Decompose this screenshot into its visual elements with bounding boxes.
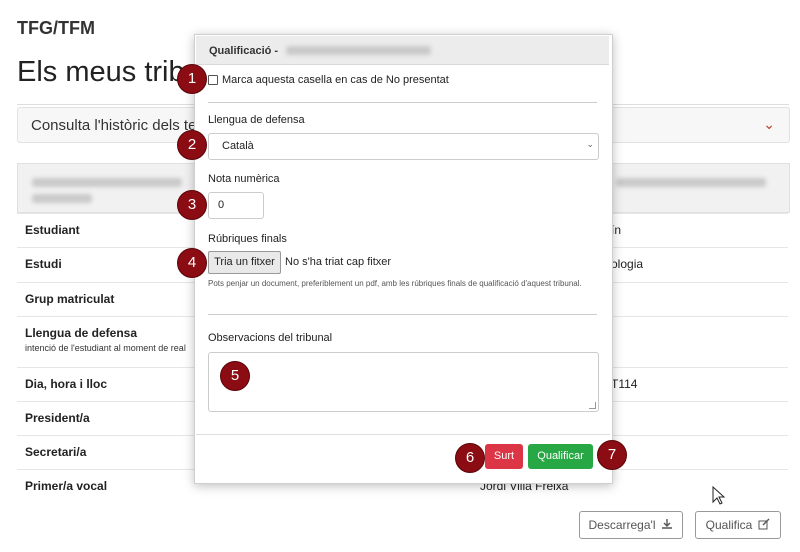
callout-badge: 4 xyxy=(177,248,207,278)
modal-title: Qualificació - xyxy=(209,45,279,57)
modal-header: Qualificació - xyxy=(196,36,609,65)
redacted-text xyxy=(616,178,766,187)
redacted-text xyxy=(32,178,182,187)
no-show-checkbox[interactable] xyxy=(208,75,218,85)
callout-badge: 2 xyxy=(177,130,207,160)
row-label: Estudi xyxy=(25,257,62,271)
callout-badge: 7 xyxy=(597,440,627,470)
row-sublabel: intenció de l'estudiant al moment de rea… xyxy=(25,343,186,353)
download-label: Descarrega'l xyxy=(588,518,656,532)
row-value: T114 xyxy=(611,377,638,391)
numeric-grade-label: Nota numèrica xyxy=(208,173,280,185)
observations-textarea[interactable] xyxy=(208,352,599,412)
callout-badge: 5 xyxy=(220,361,250,391)
no-show-label[interactable]: Marca aquesta casella en cas de No prese… xyxy=(222,74,449,86)
modal-footer-divider xyxy=(196,434,610,435)
file-status: No s'ha triat cap fitxer xyxy=(285,256,392,268)
grading-modal: Qualificació - Marca aquesta casella en … xyxy=(194,34,613,484)
numeric-grade-value: 0 xyxy=(218,199,225,211)
mouse-cursor-icon xyxy=(712,485,726,511)
row-label: Grup matriculat xyxy=(25,292,115,306)
app-title: TFG/TFM xyxy=(17,18,95,38)
grade-label: Qualifica xyxy=(705,518,753,532)
observations-label: Observacions del tribunal xyxy=(208,332,333,344)
redacted-text xyxy=(32,194,92,203)
rubrics-label: Rúbriques finals xyxy=(208,233,287,245)
callout-badge: 1 xyxy=(177,64,207,94)
row-value: ologia xyxy=(611,257,644,271)
numeric-grade-input[interactable]: 0 xyxy=(208,192,264,219)
callout-badge: 6 xyxy=(455,443,485,473)
download-button[interactable]: Descarrega'l xyxy=(579,511,683,539)
language-label: Llengua de defensa xyxy=(208,114,305,126)
language-select-value: Català xyxy=(222,140,254,152)
callout-badge: 3 xyxy=(177,190,207,220)
rubrics-help-text: Pots penjar un document, preferiblement … xyxy=(208,279,582,288)
exit-button[interactable]: Surt xyxy=(485,444,523,469)
resize-handle[interactable] xyxy=(589,402,596,409)
choose-file-button[interactable]: Tria un fitxer xyxy=(208,251,281,274)
row-label: Llengua de defensa xyxy=(25,326,138,340)
download-icon xyxy=(661,518,673,533)
edit-icon xyxy=(758,518,770,533)
submit-grade-button[interactable]: Qualificar xyxy=(528,444,593,469)
row-label: Primer/a vocal xyxy=(25,479,108,493)
history-label: Consulta l'històric dels te xyxy=(31,117,197,134)
grade-button[interactable]: Qualifica xyxy=(695,511,781,539)
section-divider xyxy=(208,102,597,103)
language-select[interactable]: Català ⌄ xyxy=(208,133,599,160)
section-divider xyxy=(208,314,597,315)
row-label: Estudiant xyxy=(25,223,80,237)
row-label: President/a xyxy=(25,411,90,425)
redacted-text xyxy=(286,46,431,55)
row-label: Dia, hora i lloc xyxy=(25,377,108,391)
row-label: Secretari/a xyxy=(25,445,87,459)
chevron-down-icon: ⌄ xyxy=(586,139,594,149)
chevron-down-icon[interactable]: ⌄ xyxy=(763,116,775,133)
